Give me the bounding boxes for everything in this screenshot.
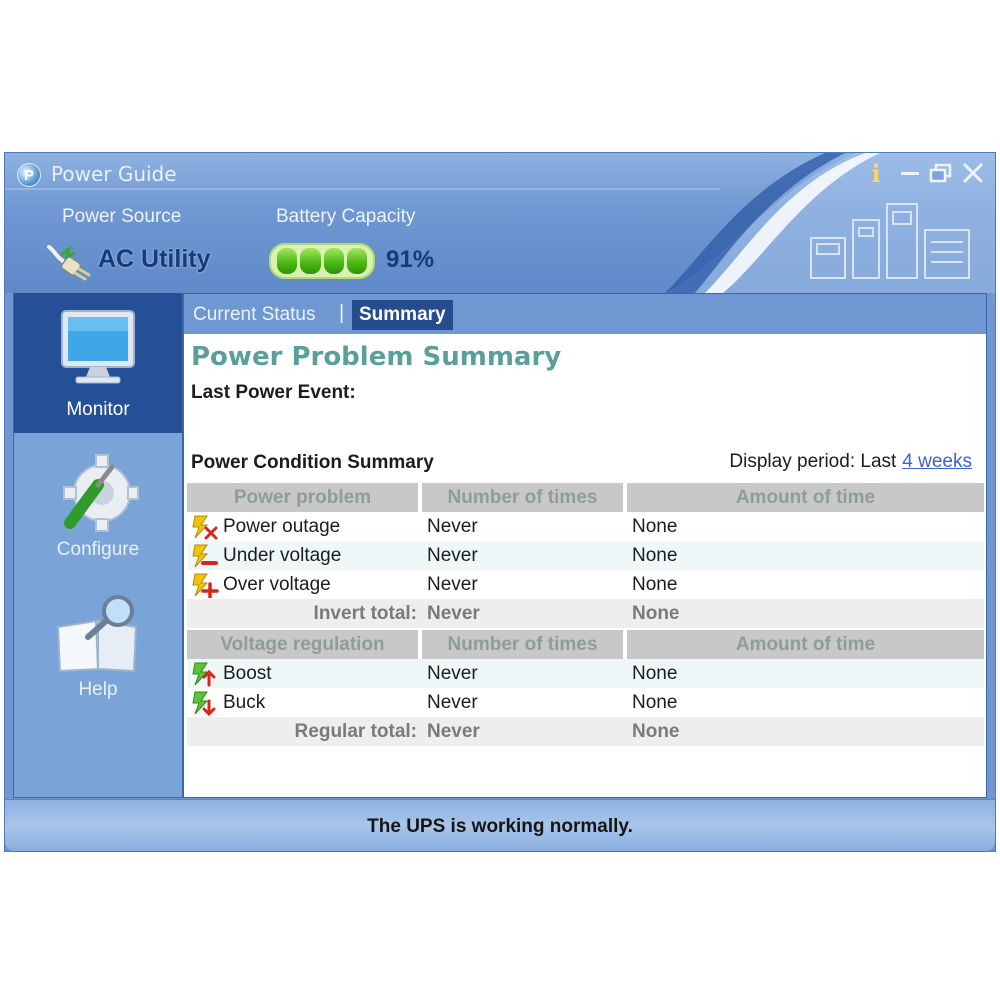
column-header: Number of times — [422, 483, 627, 512]
close-icon[interactable] — [959, 159, 987, 187]
voltage-regulation-label: Buck — [223, 691, 266, 713]
buck-icon — [192, 691, 216, 716]
summary-panel: Current Status | Summary Power Problem S… — [183, 293, 987, 798]
table-cell: None — [632, 691, 678, 713]
table-cell: Never — [427, 720, 480, 742]
table-cell: None — [632, 662, 678, 684]
total-label: Invert total: — [313, 602, 417, 624]
table-total-row: Regular total: Never None — [187, 717, 984, 746]
tab-current-status[interactable]: Current Status — [186, 300, 323, 330]
tab-separator: | — [339, 302, 345, 324]
battery-cell — [346, 248, 367, 274]
table-cell: None — [632, 602, 680, 624]
battery-percent: 91% — [386, 246, 435, 273]
table-cell: None — [632, 720, 680, 742]
window-title: Power Guide — [51, 162, 177, 186]
help-book-icon — [56, 595, 138, 673]
total-label: Regular total: — [294, 720, 417, 742]
column-header: Amount of time — [735, 486, 876, 508]
power-guide-logo-icon: P — [17, 163, 41, 187]
battery-cell — [300, 248, 321, 274]
column-header: Voltage regulation — [187, 630, 422, 659]
monitor-icon — [61, 310, 135, 384]
table-row: Power outage Never None — [187, 512, 984, 541]
table-cell: None — [632, 544, 678, 566]
table-total-row: Invert total: Never None — [187, 599, 984, 628]
power-outage-icon — [192, 515, 218, 539]
table-header-row: Voltage regulation Number of times Amoun… — [187, 630, 984, 659]
sidebar-item-configure[interactable]: Configure — [14, 443, 182, 583]
table-cell: Never — [427, 573, 478, 595]
column-header: Power problem — [187, 483, 422, 512]
tab-strip: Current Status | Summary — [184, 294, 986, 334]
over-voltage-icon — [192, 573, 219, 598]
ups-devices-icon — [810, 203, 970, 279]
table-row: Boost Never None — [187, 659, 984, 688]
sidebar-item-label: Monitor — [66, 399, 130, 420]
table-cell: Never — [427, 515, 478, 537]
last-power-event-label: Last Power Event: — [191, 382, 356, 403]
configure-gear-icon — [63, 454, 139, 532]
status-bar: The UPS is working normally. — [5, 799, 995, 851]
tab-summary[interactable]: Summary — [352, 300, 453, 330]
column-header: Number of times — [422, 630, 627, 659]
table-row: Under voltage Never None — [187, 541, 984, 570]
sidebar-item-monitor[interactable]: Monitor — [14, 293, 182, 433]
sidebar: Monitor Configure Help — [13, 293, 183, 798]
minimize-icon[interactable] — [897, 159, 923, 187]
table-row: Over voltage Never None — [187, 570, 984, 599]
battery-cell — [277, 248, 298, 274]
power-problem-label: Under voltage — [223, 544, 342, 566]
power-source-value: AC Utility — [98, 245, 211, 273]
sidebar-item-label: Configure — [56, 539, 140, 560]
table-cell: None — [632, 515, 678, 537]
power-problem-label: Power outage — [223, 515, 341, 537]
power-condition-summary-label: Power Condition Summary — [191, 452, 434, 473]
table-header-row: Power problem Number of times Amount of … — [187, 483, 984, 512]
app-header: P Power Guide i Power Source Battery Cap… — [5, 153, 995, 293]
battery-capacity-label: Battery Capacity — [276, 206, 416, 227]
table-cell: Never — [427, 662, 478, 684]
display-period-link[interactable]: 4 weeks — [902, 451, 972, 472]
battery-cell — [323, 248, 344, 274]
table-cell: Never — [427, 602, 480, 624]
table-row: Buck Never None — [187, 688, 984, 717]
boost-icon — [192, 662, 216, 686]
status-message: The UPS is working normally. — [367, 816, 633, 837]
info-icon[interactable]: i — [865, 159, 887, 188]
power-summary-table: Power problem Number of times Amount of … — [187, 483, 984, 746]
restore-icon[interactable] — [927, 159, 955, 187]
power-source-label: Power Source — [62, 206, 182, 227]
power-guide-window: P Power Guide i Power Source Battery Cap… — [4, 152, 996, 852]
page-title: Power Problem Summary — [191, 342, 562, 372]
under-voltage-icon — [192, 544, 218, 567]
display-period: Display period: Last 4 weeks — [729, 451, 972, 473]
voltage-regulation-label: Boost — [223, 662, 272, 684]
table-cell: Never — [427, 691, 478, 713]
sidebar-item-help[interactable]: Help — [14, 583, 182, 723]
sidebar-item-label: Help — [78, 679, 118, 700]
title-bar[interactable]: P Power Guide i — [5, 153, 995, 191]
battery-capacity-gauge — [269, 243, 375, 279]
table-cell: Never — [427, 544, 478, 566]
display-period-label: Display period: Last — [729, 451, 897, 472]
power-problem-label: Over voltage — [223, 573, 331, 595]
column-header: Amount of time — [735, 633, 876, 655]
ac-plug-icon — [47, 245, 91, 281]
table-cell: None — [632, 573, 678, 595]
